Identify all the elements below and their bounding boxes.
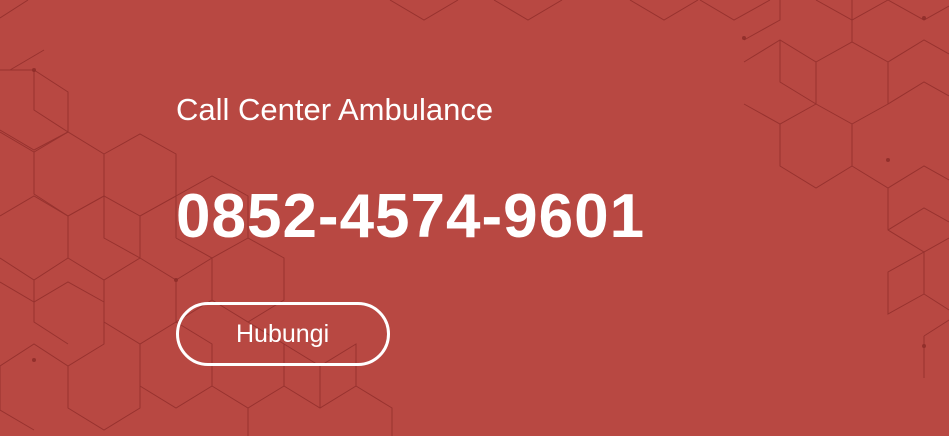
call-center-banner: Call Center Ambulance 0852-4574-9601 Hub… [0,0,949,436]
contact-button[interactable]: Hubungi [176,302,390,366]
contact-button-label: Hubungi [236,320,330,348]
page-title: Call Center Ambulance [176,92,494,127]
phone-number: 0852-4574-9601 [176,182,646,251]
